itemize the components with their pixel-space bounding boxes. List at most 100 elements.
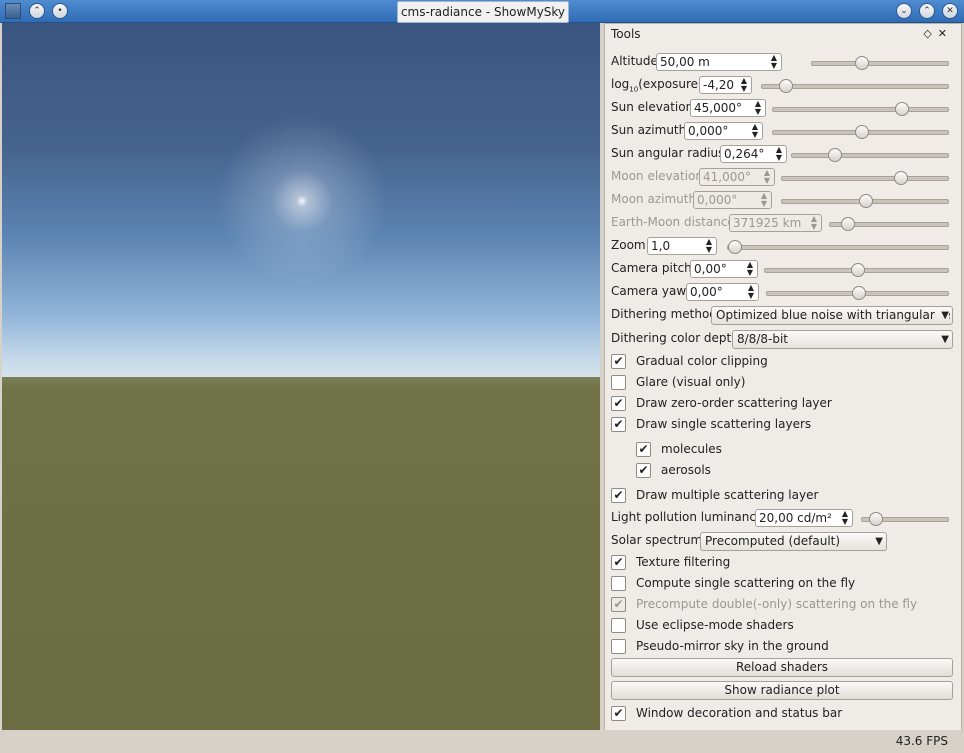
checkbox-box[interactable]: ✔ <box>611 488 626 503</box>
camera-yaw-label: Camera yaw <box>611 284 687 298</box>
sun-azimuth-spinbox[interactable]: 0,000° ▲ ▼ <box>684 122 763 140</box>
sun-elevation-slider[interactable] <box>772 102 949 116</box>
spin-arrows-icon[interactable]: ▲ ▼ <box>746 261 754 277</box>
zero-order-checkbox[interactable]: ✔ Draw zero-order scattering layer <box>611 395 911 413</box>
spin-arrows-icon[interactable]: ▲ ▼ <box>754 100 762 116</box>
camera-yaw-row: Camera yaw 0,00° ▲ ▼ <box>611 283 955 301</box>
checkbox-box[interactable]: ✔ <box>611 417 626 432</box>
sky-render-viewport[interactable] <box>2 23 600 730</box>
spin-arrows-icon[interactable]: ▲ ▼ <box>705 238 713 254</box>
sun-azimuth-slider[interactable] <box>772 125 949 139</box>
multiple-layer-checkbox[interactable]: ✔ Draw multiple scattering layer <box>611 487 911 505</box>
pseudo-mirror-checkbox[interactable]: Pseudo-mirror sky in the ground <box>611 638 911 656</box>
window-titlebar[interactable]: ⌃ • cms-radiance - ShowMySky ⌄ ⌃ ✕ <box>0 0 964 23</box>
altitude-slider-handle[interactable] <box>855 56 870 70</box>
zoom-row: Zoom 1,0 ▲ ▼ <box>611 237 955 255</box>
chevron-down-icon[interactable]: ▼ <box>938 307 949 324</box>
exposure-slider-handle[interactable] <box>779 79 794 93</box>
spin-arrows-icon[interactable]: ▲ ▼ <box>751 123 759 139</box>
checkbox-box[interactable]: ✔ <box>636 442 651 457</box>
sun-radius-slider-handle[interactable] <box>828 148 842 162</box>
zoom-label: Zoom <box>611 238 646 252</box>
show-radiance-plot-button[interactable]: Show radiance plot <box>611 681 953 700</box>
status-bar: 43.6 FPS <box>0 730 964 753</box>
chevron-down-icon[interactable]: ▼ <box>938 331 949 348</box>
light-pollution-slider-handle[interactable] <box>869 512 884 526</box>
spin-arrows-icon[interactable]: ▲ ▼ <box>747 284 755 300</box>
single-on-fly-checkbox[interactable]: Compute single scattering on the fly <box>611 575 931 593</box>
moon-azimuth-slider-handle <box>859 194 873 208</box>
aerosols-checkbox[interactable]: ✔ aerosols <box>636 462 836 480</box>
dithering-method-row: Dithering method Optimized blue noise wi… <box>611 306 955 325</box>
single-layers-checkbox[interactable]: ✔ Draw single scattering layers <box>611 416 911 434</box>
camera-yaw-slider-handle[interactable] <box>851 286 866 300</box>
moon-azimuth-label: Moon azimuth <box>611 192 697 206</box>
exposure-spinbox[interactable]: -4,20 ▲ ▼ <box>699 76 752 94</box>
close-icon[interactable]: ✕ <box>942 3 958 19</box>
molecules-checkbox[interactable]: ✔ molecules <box>636 441 836 459</box>
sun-azimuth-slider-handle[interactable] <box>854 125 869 139</box>
altitude-slider[interactable] <box>811 56 949 70</box>
keep-above-icon[interactable]: ⌃ <box>29 3 45 19</box>
moon-elevation-slider <box>781 171 949 185</box>
aerosols-label: aerosols <box>661 463 711 477</box>
texture-filtering-checkbox[interactable]: ✔ Texture filtering <box>611 554 911 572</box>
spin-arrows-icon[interactable]: ▲ ▼ <box>770 54 778 70</box>
app-icon[interactable] <box>5 3 21 19</box>
dithering-method-select[interactable]: Optimized blue noise with triangular re … <box>711 306 953 325</box>
single-layers-label: Draw single scattering layers <box>636 417 812 431</box>
camera-yaw-slider[interactable] <box>766 286 949 300</box>
sun-elevation-spinbox[interactable]: 45,000° ▲ ▼ <box>690 99 766 117</box>
checkbox-box[interactable] <box>611 576 626 591</box>
spin-arrows-icon[interactable]: ▲ ▼ <box>740 77 748 93</box>
chevron-down-icon[interactable]: ▼ <box>872 533 883 550</box>
sun-radius-spinbox[interactable]: 0,264° ▲ ▼ <box>720 145 787 163</box>
checkbox-box[interactable]: ✔ <box>611 396 626 411</box>
checkbox-box[interactable]: ✔ <box>611 706 626 721</box>
gradual-clipping-checkbox[interactable]: ✔ Gradual color clipping <box>611 353 911 371</box>
glare-checkbox[interactable]: Glare (visual only) <box>611 374 911 392</box>
spin-arrows-icon[interactable]: ▲ ▼ <box>775 146 783 162</box>
zoom-slider-handle[interactable] <box>728 240 742 254</box>
checkbox-box[interactable]: ✔ <box>611 555 626 570</box>
menu-icon[interactable]: • <box>52 3 68 19</box>
checkbox-box[interactable]: ✔ <box>611 354 626 369</box>
eclipse-shaders-checkbox[interactable]: Use eclipse-mode shaders <box>611 617 911 635</box>
sun-radius-slider[interactable] <box>791 148 949 162</box>
camera-pitch-slider[interactable] <box>764 263 949 277</box>
minimize-icon[interactable]: ⌄ <box>896 3 912 19</box>
zoom-slider[interactable] <box>727 240 949 254</box>
glare-label: Glare (visual only) <box>636 375 746 389</box>
light-pollution-slider[interactable] <box>861 512 949 526</box>
camera-pitch-slider-handle[interactable] <box>850 263 865 277</box>
dithering-depth-select[interactable]: 8/8/8-bit ▼ <box>732 330 953 349</box>
moon-azimuth-slider <box>781 194 949 208</box>
camera-pitch-row: Camera pitch 0,00° ▲ ▼ <box>611 260 955 278</box>
close-panel-icon[interactable]: ✕ <box>938 27 953 40</box>
reload-shaders-button[interactable]: Reload shaders <box>611 658 953 677</box>
checkbox-box[interactable] <box>611 639 626 654</box>
moon-elevation-value: 41,000° <box>703 170 751 184</box>
sun-elevation-slider-handle[interactable] <box>895 102 910 116</box>
spin-arrows-icon[interactable]: ▲ ▼ <box>841 510 849 526</box>
ground-area <box>2 377 600 730</box>
camera-yaw-spinbox[interactable]: 0,00° ▲ ▼ <box>686 283 759 301</box>
sun-elevation-row: Sun elevation 45,000° ▲ ▼ <box>611 99 955 117</box>
checkbox-box[interactable] <box>611 375 626 390</box>
moon-elevation-label: Moon elevation <box>611 169 703 183</box>
solar-spectrum-select[interactable]: Precomputed (default) ▼ <box>700 532 887 551</box>
camera-yaw-value: 0,00° <box>690 285 723 299</box>
float-panel-icon[interactable]: ◇ <box>923 27 937 40</box>
window-decoration-checkbox[interactable]: ✔ Window decoration and status bar <box>611 705 911 723</box>
altitude-spinbox[interactable]: 50,00 m ▲ ▼ <box>656 53 782 71</box>
checkbox-box[interactable]: ✔ <box>636 463 651 478</box>
zoom-spinbox[interactable]: 1,0 ▲ ▼ <box>647 237 717 255</box>
dithering-depth-value: 8/8/8-bit <box>737 332 788 346</box>
altitude-label: Altitude <box>611 54 658 68</box>
checkbox-box[interactable] <box>611 618 626 633</box>
light-pollution-spinbox[interactable]: 20,00 cd/m² ▲ ▼ <box>755 509 853 527</box>
camera-pitch-spinbox[interactable]: 0,00° ▲ ▼ <box>690 260 758 278</box>
exposure-slider[interactable] <box>761 79 949 93</box>
maximize-icon[interactable]: ⌃ <box>919 3 935 19</box>
exposure-label: log10(exposure) <box>611 77 703 94</box>
